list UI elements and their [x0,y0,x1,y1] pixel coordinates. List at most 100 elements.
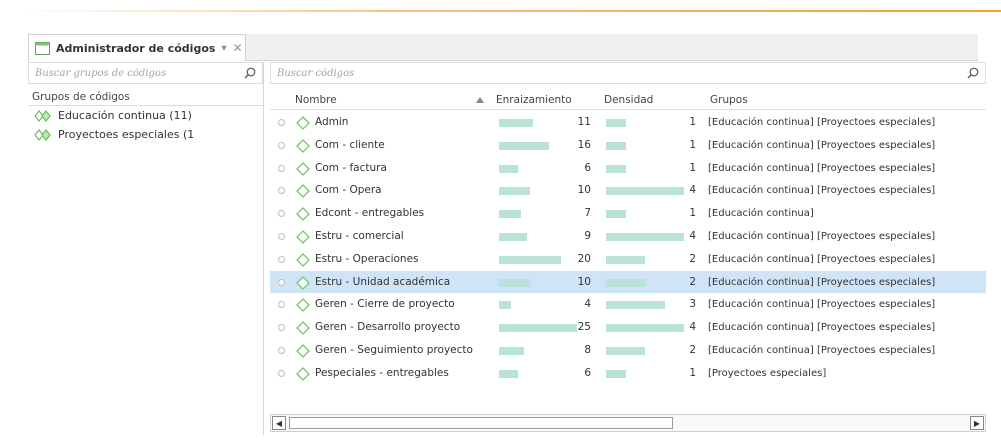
scroll-right-button[interactable]: ▶ [970,416,984,430]
code-groups: [Educación continua] [Proyectoes especia… [708,276,936,288]
tab-bar: Administrador de códigos ▾ ✕ [28,34,978,61]
code-group-item[interactable]: Proyectoes especiales (1 [28,125,263,144]
code-search-input[interactable] [277,67,967,79]
code-diamond-icon [296,298,310,313]
group-search-input[interactable] [35,67,244,79]
density-bar [606,346,645,355]
table-row[interactable]: Estru - Operaciones 20 2 [Educación continu… [270,248,986,271]
code-group-label: Proyectoes especiales (1 [58,128,195,141]
group-search-box [28,62,263,84]
tab-administrador-codigos[interactable]: Administrador de códigos ▾ ✕ [28,34,246,61]
rooting-bar [499,210,521,219]
column-header-rooting[interactable]: Enraizamiento [496,94,572,106]
row-radio[interactable] [278,278,285,286]
density-value: 3 [689,298,696,311]
rooting-value: 16 [577,138,591,151]
code-manager-icon [35,41,50,55]
code-name: Edcont - entregables [315,207,425,220]
density-value: 4 [689,321,696,334]
code-groups: [Educación continua] [Proyectoes especia… [708,299,936,311]
table-row[interactable]: Geren - Desarrollo proyecto 25 4 [Educación… [270,316,986,339]
code-name: Estru - Unidad académica [315,275,451,288]
rooting-value: 6 [584,161,591,174]
code-groups: [Educación continua] [Proyectoes especia… [708,230,936,242]
density-value: 1 [689,138,696,151]
code-groups: [Educación continua] [Proyectoes especia… [708,185,936,197]
code-groups-header[interactable]: Grupos de códigos [28,88,263,106]
table-row[interactable]: Com - cliente 16 1 [Educación continua] [Pr… [270,134,986,157]
code-diamond-icon [296,321,310,336]
code-diamond-icon [296,275,310,290]
code-name: Estru - comercial [315,229,404,242]
density-bar [606,141,626,150]
rooting-value: 20 [577,252,591,265]
row-radio[interactable] [278,232,285,240]
table-row[interactable]: Admin 11 1 [Educación continua] [Proyectoes… [270,111,986,134]
table-row[interactable]: Geren - Cierre de proyecto 4 3 [Educación c… [270,293,986,316]
row-radio[interactable] [278,324,285,332]
code-groups: [Proyectoes especiales] [708,367,827,379]
density-value: 1 [689,207,696,220]
density-value: 2 [689,275,696,288]
row-radio[interactable] [278,255,285,263]
rooting-bar [499,164,518,173]
scroll-thumb[interactable] [289,417,673,429]
density-value: 4 [689,184,696,197]
density-value: 2 [689,343,696,356]
row-radio[interactable] [278,369,285,377]
density-value: 1 [689,161,696,174]
codes-panel: Nombre Enraizamiento Densidad Grupos Adm… [270,62,986,435]
code-diamond-icon [296,161,310,176]
rooting-value: 10 [577,184,591,197]
sort-ascending-icon[interactable] [476,97,484,103]
code-name: Com - Opera [315,184,382,197]
rooting-bar [499,187,530,196]
code-diamond-icon [296,184,310,199]
tab-dropdown-icon[interactable]: ▾ [221,43,226,54]
column-header-density[interactable]: Densidad [604,94,653,106]
density-bar [606,278,645,287]
code-groups: [Educación continua] [Proyectoes especia… [708,117,936,128]
rooting-value: 9 [584,229,591,242]
row-radio[interactable] [278,301,285,309]
rooting-bar [499,369,518,378]
code-diamond-icon [296,344,310,358]
table-row[interactable]: Edcont - entregables 7 1 [Educación continu… [270,202,986,225]
code-name: Com - cliente [315,138,385,151]
code-group-item[interactable]: Educación continua (11) [28,106,263,125]
table-row[interactable]: Com - factura 6 1 [Educación continua] [Pro… [270,157,986,180]
table-row[interactable]: Pespeciales - entregables 6 1 [Proyectoes e… [270,362,986,385]
row-radio[interactable] [278,210,285,218]
density-bar [606,164,626,173]
code-groups: [Educación continua] [Proyectoes especia… [708,139,936,151]
row-radio[interactable] [278,164,285,172]
code-groups: [Educación continua] [708,208,814,220]
density-value: 1 [689,116,696,128]
code-group-icon [34,109,51,122]
code-diamond-icon [296,116,310,130]
table-row[interactable]: Estru - Unidad académica 10 2 [Educación co… [270,270,986,294]
tab-title: Administrador de códigos [56,41,216,55]
row-radio[interactable] [278,141,285,149]
row-radio[interactable] [278,119,285,126]
column-header-name[interactable]: Nombre [295,94,337,106]
rooting-bar [499,346,524,355]
search-icon[interactable] [244,67,256,79]
search-icon[interactable] [967,67,979,79]
code-name: Com - factura [315,161,387,174]
row-radio[interactable] [278,346,285,354]
table-row[interactable]: Geren - Seguimiento proyecto 8 2 [Educación… [270,339,986,362]
rooting-value: 8 [584,343,591,356]
tab-close-icon[interactable]: ✕ [232,41,242,55]
row-radio[interactable] [278,187,285,195]
code-group-label: Educación continua (11) [58,109,192,122]
horizontal-scrollbar[interactable]: ◀ ▶ [270,414,986,432]
codes-table-body: Admin 11 1 [Educación continua] [Proyectoes… [270,111,986,385]
table-row[interactable]: Estru - comercial 9 4 [Educación continua] … [270,225,986,248]
table-row[interactable]: Com - Opera 10 4 [Educación continua] [Proy… [270,179,986,202]
code-groups: [Educación continua] [Proyectoes especia… [708,162,936,174]
column-header-groups[interactable]: Grupos [710,94,748,106]
rooting-bar [499,301,511,310]
scroll-left-button[interactable]: ◀ [272,416,286,430]
rooting-bar [499,255,561,264]
